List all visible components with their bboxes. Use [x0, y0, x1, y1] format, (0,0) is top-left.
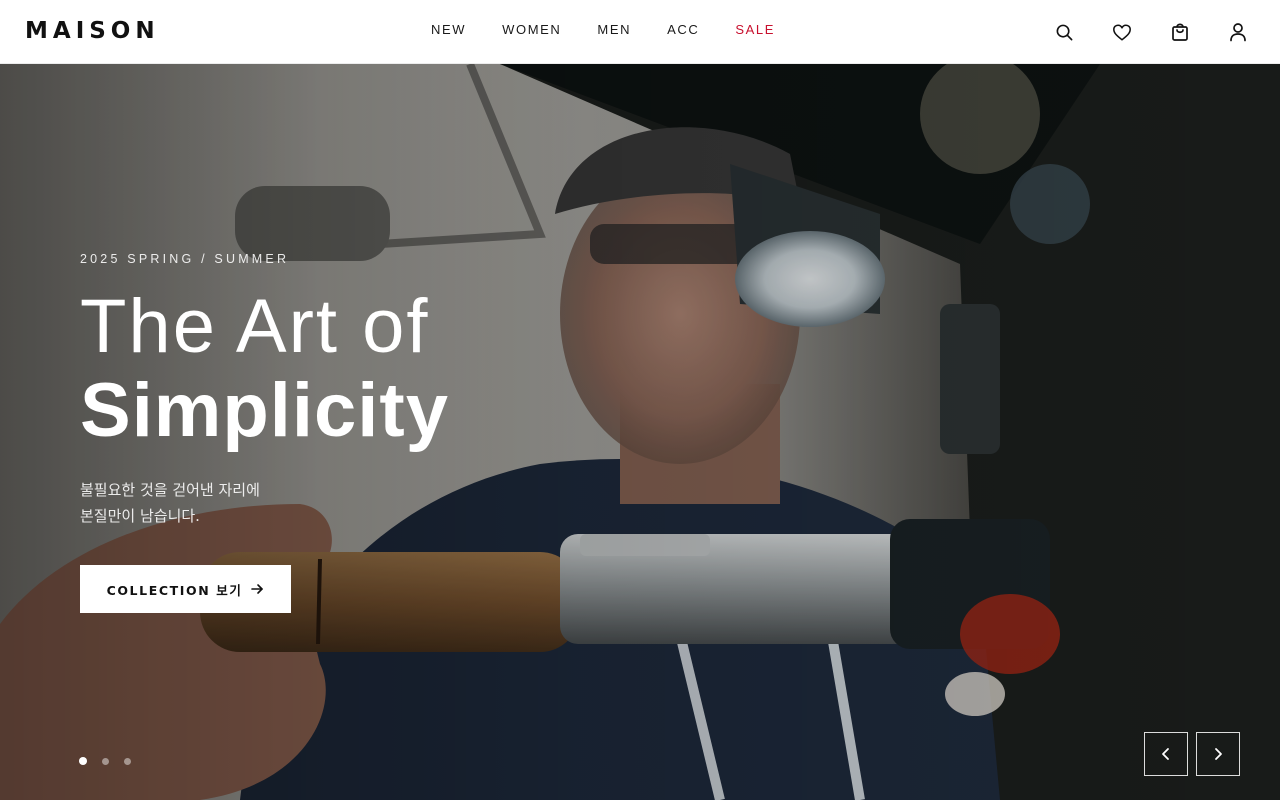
hero-banner: 2025 SPRING / SUMMER The Art of Simplici… — [0, 64, 1280, 800]
nav-item-sale[interactable]: SALE — [735, 21, 775, 39]
nav-item-new[interactable]: NEW — [431, 21, 466, 39]
carousel-dots — [79, 757, 131, 765]
next-slide-button[interactable] — [1196, 732, 1240, 776]
hero-description: 불필요한 것을 걷어낸 자리에 본질만이 남습니다. — [80, 477, 260, 529]
header-actions — [1054, 20, 1248, 44]
carousel-dot-3[interactable] — [124, 757, 131, 765]
carousel-arrows — [1144, 732, 1240, 776]
arrow-right-icon — [251, 584, 264, 594]
user-icon[interactable] — [1228, 20, 1248, 44]
nav-item-acc[interactable]: ACC — [667, 21, 699, 39]
hero-title-line1: The Art of — [80, 284, 430, 369]
search-icon[interactable] — [1054, 20, 1074, 44]
carousel-dot-2[interactable] — [102, 757, 109, 765]
hero-description-line1: 불필요한 것을 걷어낸 자리에 — [80, 481, 260, 499]
shopping-bag-icon[interactable] — [1170, 20, 1190, 44]
season-label: 2025 SPRING / SUMMER — [80, 252, 290, 266]
chevron-left-icon — [1162, 748, 1169, 760]
heart-icon[interactable] — [1112, 20, 1132, 44]
hero-title-line2: Simplicity — [80, 368, 449, 453]
chevron-right-icon — [1215, 748, 1222, 760]
prev-slide-button[interactable] — [1144, 732, 1188, 776]
brand-logo[interactable]: MAISON — [25, 17, 160, 45]
main-nav: NEW WOMEN MEN ACC SALE — [431, 21, 775, 39]
carousel-dot-1[interactable] — [79, 757, 87, 765]
hero-description-line2: 본질만이 남습니다. — [80, 507, 200, 525]
collection-button[interactable]: COLLECTION 보기 — [80, 565, 291, 613]
nav-item-women[interactable]: WOMEN — [502, 21, 561, 39]
collection-button-label: COLLECTION 보기 — [106, 582, 243, 598]
site-header: MAISON NEW WOMEN MEN ACC SALE — [0, 0, 1280, 64]
nav-item-men[interactable]: MEN — [597, 21, 631, 39]
